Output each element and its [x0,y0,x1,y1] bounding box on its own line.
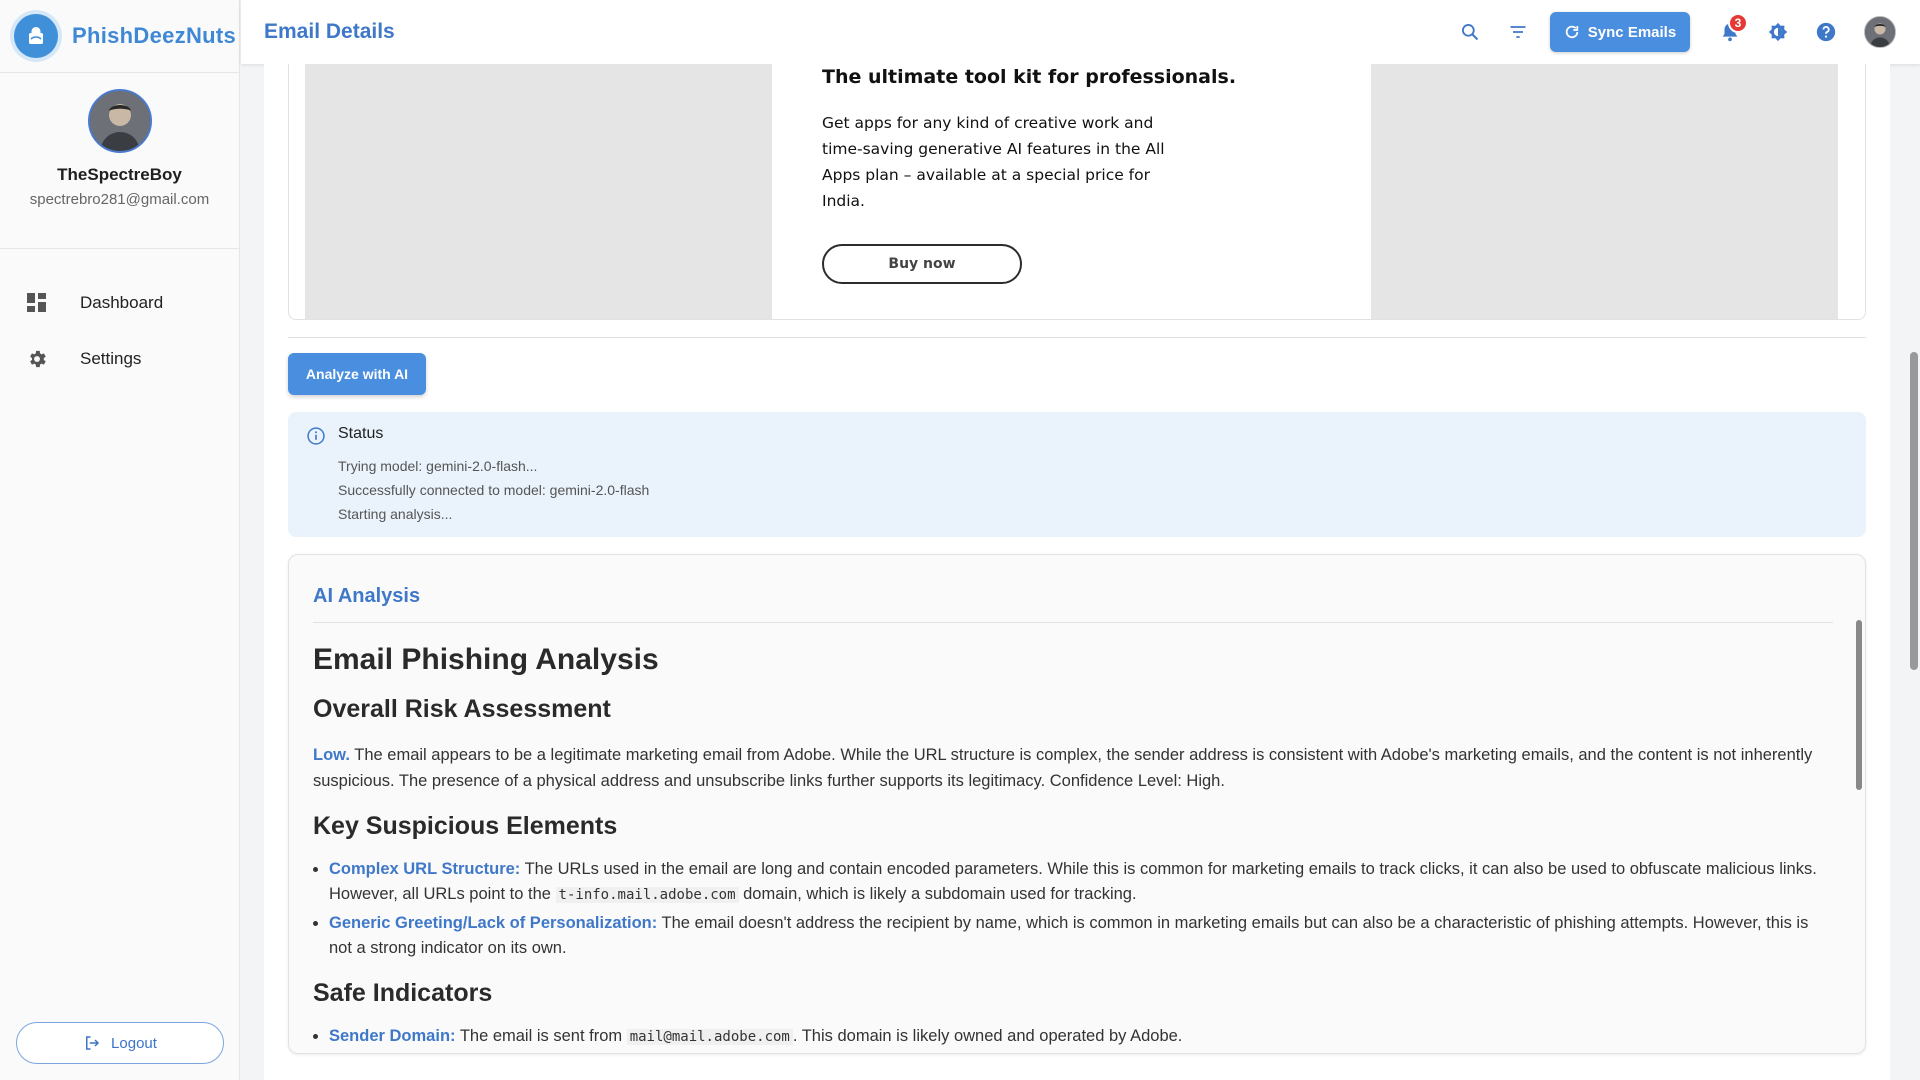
filter-button[interactable] [1498,12,1538,52]
brand-logo-icon [14,14,58,58]
ai-analysis-title: AI Analysis [313,585,1833,623]
inline-code: mail@mail.adobe.com [626,1029,793,1045]
sidebar-item-label: Dashboard [80,293,164,312]
buy-now-button[interactable]: Buy now [822,244,1022,284]
sidebar-item-label: Settings [80,349,142,368]
brightness-icon [1768,22,1788,42]
filter-icon [1510,26,1526,38]
analysis-scrollbar[interactable] [1856,620,1862,790]
gear-icon [26,348,48,370]
list-item: Complex URL Structure: The URLs used in … [329,857,1833,908]
promo-body: Get apps for any kind of creative work a… [822,114,1165,210]
sidebar: PhishDeezNuts TheSpectreBoy spectrebro28… [0,0,240,1080]
main-content: The ultimate tool kit for professionals.… [264,64,1890,1080]
logout-button[interactable]: Logout [16,1022,224,1064]
status-line: Starting analysis... [338,506,453,522]
search-button[interactable] [1450,12,1490,52]
status-line: Successfully connected to model: gemini-… [338,482,650,498]
risk-assessment-text: Low. The email appears to be a legitimat… [313,742,1833,794]
email-image-placeholder-right [1371,64,1838,319]
sync-emails-button[interactable]: Sync Emails [1550,12,1690,52]
header-actions: Sync Emails 3 [1442,0,1920,64]
email-image-placeholder-left [305,64,772,319]
refresh-icon [1564,24,1580,40]
sidebar-nav: Dashboard Settings [0,249,239,387]
status-panel: Status Trying model: gemini-2.0-flash...… [288,412,1866,537]
risk-description: The email appears to be a legitimate mar… [313,746,1813,790]
top-header: Email Details Sync Emails 3 [241,0,1920,64]
list-item-label: Generic Greeting/Lack of Personalization… [329,914,658,932]
list-item-text: domain, which is likely a subdomain used… [738,885,1137,903]
avatar[interactable] [87,89,152,153]
sidebar-item-dashboard[interactable]: Dashboard [0,275,239,331]
list-item: Sender Domain: The email is sent from ma… [329,1024,1833,1050]
inline-code: t-info.mail.adobe.com [555,887,739,903]
search-icon [1462,24,1479,41]
logout-label: Logout [111,1034,157,1052]
list-item-label: Sender Domain: [329,1027,456,1045]
ai-analysis-card: AI Analysis Email Phishing Analysis Over… [288,554,1866,1054]
list-item: Generic Greeting/Lack of Personalization… [329,911,1833,961]
profile-name: TheSpectreBoy [57,165,182,184]
dashboard-icon [26,292,48,314]
analysis-heading: Email Phishing Analysis [313,643,659,676]
suspicious-elements-heading: Key Suspicious Elements [313,812,618,840]
user-menu-button[interactable] [1860,12,1900,52]
notification-count-badge: 3 [1728,13,1748,33]
user-profile: TheSpectreBoy spectrebro281@gmail.com [0,73,239,249]
brand-name: PhishDeezNuts [72,23,237,48]
notifications-button[interactable]: 3 [1710,12,1750,52]
list-item-label: Complex URL Structure: [329,860,521,878]
avatar [1864,16,1896,48]
status-log: Trying model: gemini-2.0-flash... Succes… [338,454,649,526]
theme-toggle-button[interactable] [1758,12,1798,52]
risk-assessment-heading: Overall Risk Assessment [313,695,611,723]
email-preview: The ultimate tool kit for professionals.… [288,64,1866,320]
section-divider [288,337,1866,338]
safe-indicators-heading: Safe Indicators [313,979,493,1007]
page-title: Email Details [264,20,395,43]
analyze-with-ai-button[interactable]: Analyze with AI [288,353,426,395]
suspicious-elements-list: Complex URL Structure: The URLs used in … [313,857,1833,961]
list-item-text: . This domain is likely owned and operat… [792,1027,1183,1045]
help-icon [1816,22,1836,42]
help-button[interactable] [1806,12,1846,52]
profile-email: spectrebro281@gmail.com [29,191,210,208]
brand[interactable]: PhishDeezNuts [0,0,239,73]
info-icon [306,426,326,446]
email-promo-content: The ultimate tool kit for professionals.… [822,64,1322,319]
logout-icon [83,1034,101,1052]
risk-level: Low. [313,746,350,764]
promo-headline: The ultimate tool kit for professionals. [822,66,1237,88]
list-item-text: The email is sent from [455,1027,627,1045]
status-line: Trying model: gemini-2.0-flash... [338,458,538,474]
sync-emails-label: Sync Emails [1587,23,1677,41]
status-title: Status [338,425,384,442]
page-scrollbar[interactable] [1910,352,1918,670]
safe-indicators-list: Sender Domain: The email is sent from ma… [313,1024,1833,1050]
ai-analysis-content: AI Analysis Email Phishing Analysis Over… [313,555,1833,1053]
sidebar-item-settings[interactable]: Settings [0,331,239,387]
